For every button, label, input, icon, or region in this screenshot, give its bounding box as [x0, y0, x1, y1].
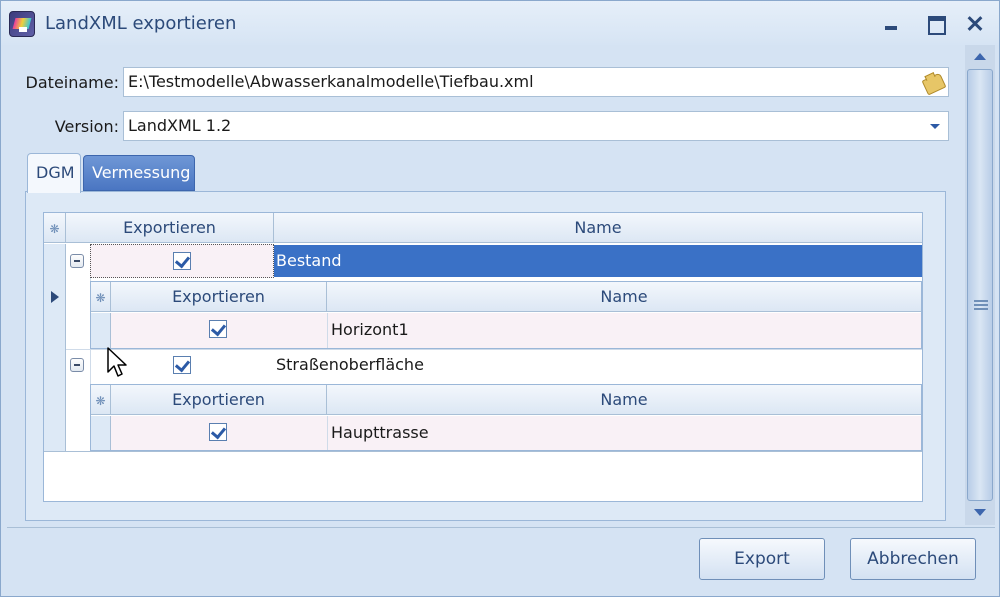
export-checkbox-strassenoberflaeche[interactable]: [173, 356, 191, 374]
filename-value: E:\Testmodelle\Abwasserkanalmodelle\Tief…: [128, 72, 534, 91]
grid-header-indicator[interactable]: ❋: [44, 213, 66, 243]
table-row[interactable]: [111, 416, 921, 450]
dgm-grid[interactable]: ❋ Exportieren Name Bestand ❋ Exportieren…: [43, 212, 923, 502]
detail-column-exportieren[interactable]: Exportieren: [111, 385, 327, 415]
export-checkbox-haupttrasse[interactable]: [209, 423, 227, 441]
folder-browse-icon[interactable]: [922, 72, 944, 92]
tab-dgm[interactable]: DGM: [27, 153, 81, 193]
table-row[interactable]: [111, 313, 921, 348]
close-button[interactable]: [961, 11, 989, 35]
detail-row-indicator: [91, 313, 111, 348]
column-header-name[interactable]: Name: [274, 213, 922, 243]
detail-header-indicator[interactable]: ❋: [91, 385, 111, 415]
detail-column-exportieren[interactable]: Exportieren: [111, 282, 327, 312]
cancel-button[interactable]: Abbrechen: [850, 538, 976, 580]
export-checkbox-bestand[interactable]: [173, 252, 191, 270]
scroll-down-icon[interactable]: [967, 503, 993, 523]
dialog-window: LandXML exportieren Dateiname: E:\Testmo…: [0, 0, 1000, 597]
detail-column-name[interactable]: Name: [327, 282, 921, 312]
row-indicator-column: [44, 244, 66, 451]
title-bar[interactable]: LandXML exportieren: [1, 1, 999, 45]
version-label: Version:: [54, 117, 119, 136]
snowflake-icon: ❋: [95, 394, 106, 408]
filename-field[interactable]: E:\Testmodelle\Abwasserkanalmodelle\Tief…: [123, 67, 949, 97]
row-name-haupttrasse: Haupttrasse: [331, 423, 429, 442]
export-button[interactable]: Export: [699, 538, 825, 580]
landxml-app-icon: [9, 11, 35, 37]
scrollbar-thumb[interactable]: [967, 69, 993, 501]
minimize-button[interactable]: [877, 11, 905, 35]
scroll-up-icon[interactable]: [967, 47, 993, 67]
detail-row-indicator: [91, 416, 111, 450]
detail-grid-bestand[interactable]: ❋ Exportieren Name Horizont1: [90, 281, 922, 349]
row-pointer-icon: [51, 291, 59, 303]
detail-column-name[interactable]: Name: [327, 385, 921, 415]
vertical-scrollbar[interactable]: [965, 45, 995, 525]
cell-divider: [327, 313, 328, 348]
detail-header-indicator[interactable]: ❋: [91, 282, 111, 312]
collapse-minus-icon[interactable]: [70, 254, 84, 268]
tab-vermessung[interactable]: Vermessung: [83, 155, 195, 191]
row-name-strassenoberflaeche[interactable]: Straßenoberfläche: [276, 349, 424, 381]
filename-label: Dateiname:: [25, 73, 119, 92]
row-name-bestand: Bestand: [276, 251, 342, 270]
mouse-pointer-icon: [107, 347, 127, 377]
snowflake-icon: ❋: [49, 222, 60, 236]
footer-divider: [7, 527, 995, 528]
version-select[interactable]: LandXML 1.2: [123, 111, 949, 141]
snowflake-icon: ❋: [95, 291, 106, 305]
version-value: LandXML 1.2: [128, 116, 232, 135]
row-divider: [66, 349, 922, 350]
table-row-selected[interactable]: Bestand: [274, 245, 922, 277]
maximize-button[interactable]: [921, 11, 949, 35]
cell-divider: [327, 416, 328, 450]
grid-bottom-divider: [44, 451, 922, 452]
collapse-minus-icon[interactable]: [70, 358, 84, 372]
window-title: LandXML exportieren: [45, 13, 237, 34]
detail-grid-strassenoberflaeche[interactable]: ❋ Exportieren Name Haupttrasse: [90, 384, 922, 451]
column-header-exportieren[interactable]: Exportieren: [66, 213, 274, 243]
grip-icon: [974, 300, 988, 310]
row-name-horizont1: Horizont1: [331, 320, 409, 339]
chevron-down-icon[interactable]: [930, 124, 940, 129]
export-checkbox-horizont1[interactable]: [209, 320, 227, 338]
